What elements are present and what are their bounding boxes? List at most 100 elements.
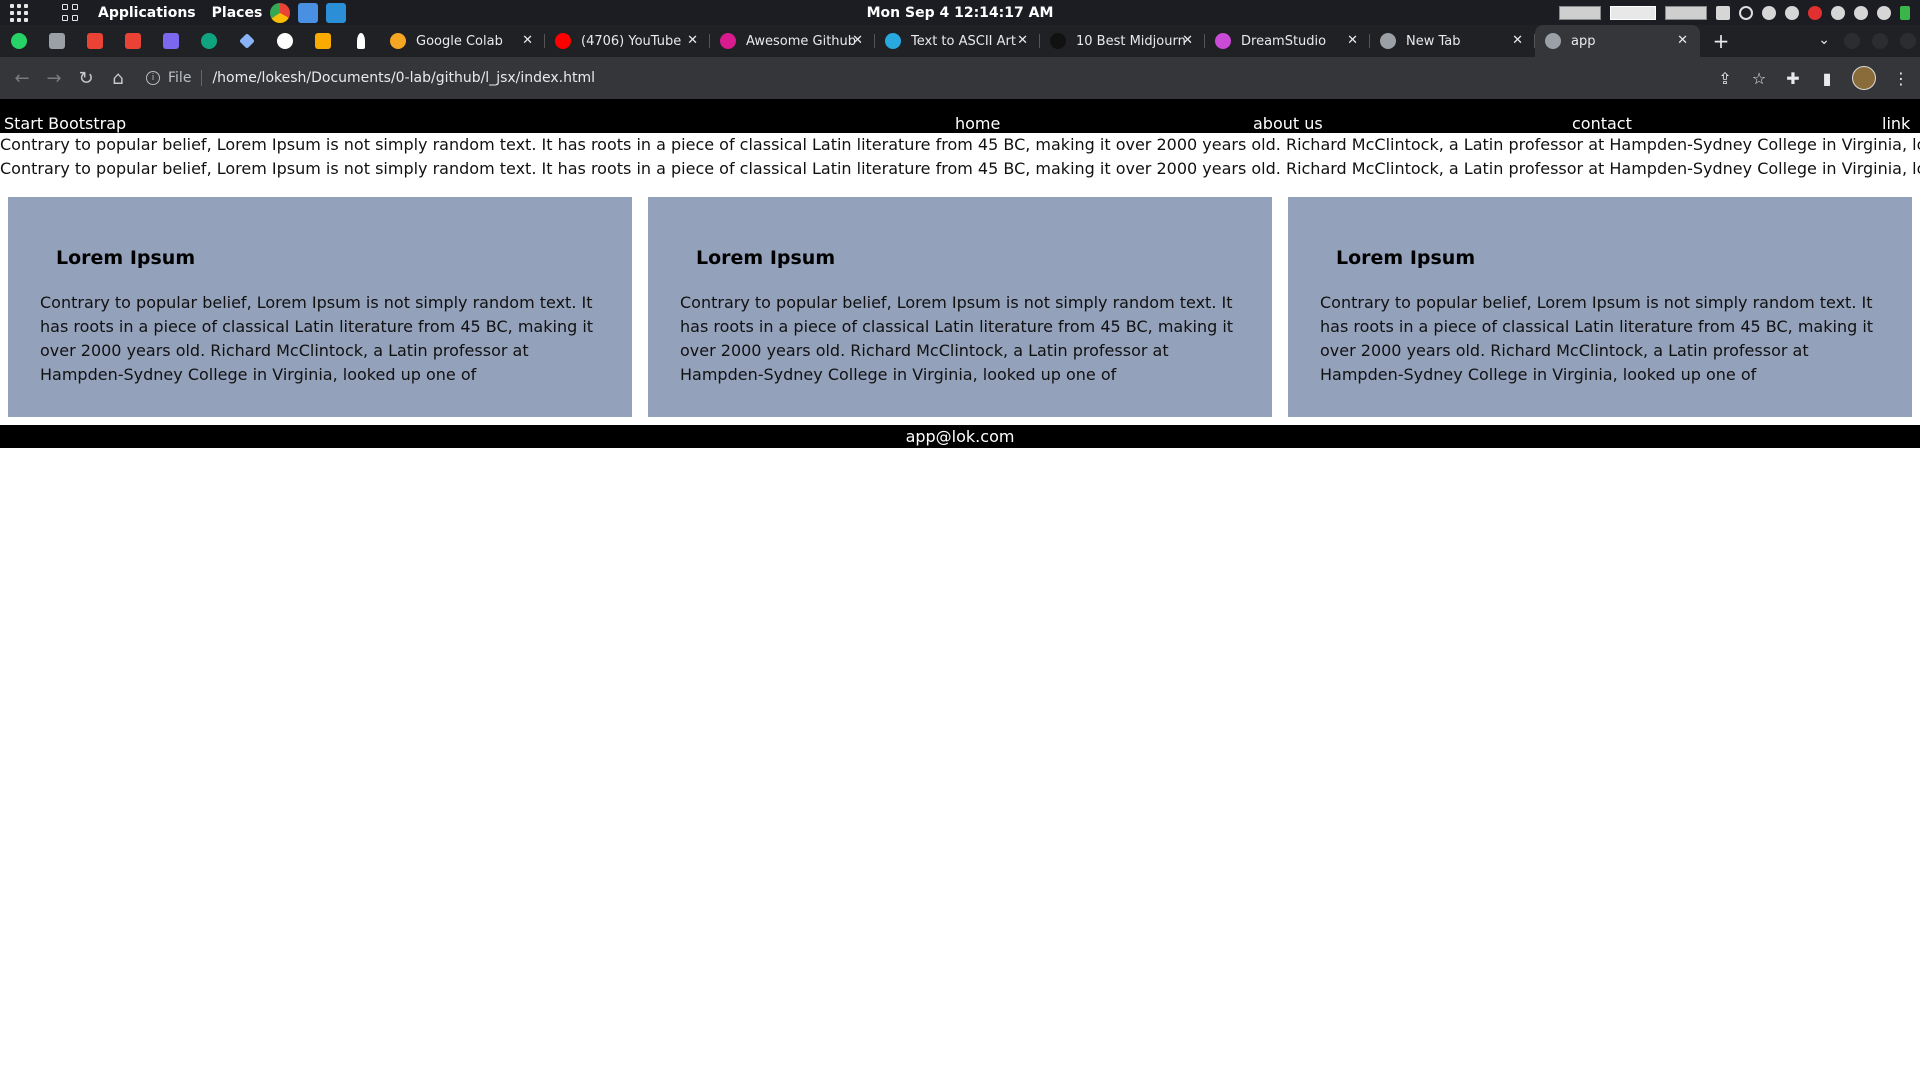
close-icon[interactable]: ✕	[1017, 33, 1028, 48]
tab-title: Text to ASCII Art	[911, 33, 1016, 49]
share-icon[interactable]: ⇪	[1716, 69, 1734, 88]
wifi-icon[interactable]	[1854, 5, 1868, 20]
menu-icon[interactable]: ⋮	[1892, 69, 1910, 88]
card-row: Lorem Ipsum Contrary to popular belief, …	[8, 197, 1912, 417]
files-launcher-icon[interactable]	[298, 2, 319, 23]
pinned-tab-5[interactable]	[152, 25, 190, 57]
tab-ascii-art[interactable]: Text to ASCII Art ✕	[875, 25, 1040, 57]
minimize-window-button[interactable]	[1844, 33, 1860, 49]
close-window-button[interactable]	[1900, 33, 1916, 49]
youtube-icon	[555, 33, 571, 49]
places-menu[interactable]: Places	[212, 5, 263, 21]
pinned-tab-9[interactable]	[304, 25, 342, 57]
reload-icon[interactable]: ↻	[70, 68, 102, 89]
tab-dreamstudio[interactable]: DreamStudio ✕	[1205, 25, 1370, 57]
pinned-tab-2[interactable]	[38, 25, 76, 57]
card: Lorem Ipsum Contrary to popular belief, …	[8, 197, 632, 417]
maximize-icon[interactable]	[1785, 5, 1799, 20]
side-panel-icon[interactable]: ▮	[1818, 69, 1836, 88]
chatgpt-icon	[201, 33, 217, 49]
applications-menu[interactable]: Applications	[98, 5, 196, 21]
close-icon[interactable]: ✕	[852, 33, 863, 48]
card-title: Lorem Ipsum	[696, 247, 836, 269]
nav-link-about[interactable]: about us	[1253, 114, 1323, 133]
close-icon[interactable]: ✕	[1182, 33, 1193, 48]
back-icon[interactable]: ←	[6, 68, 38, 89]
url-text[interactable]: /home/lokesh/Documents/0-lab/github/l_js…	[212, 70, 595, 86]
tab-youtube[interactable]: (4706) YouTube ✕	[545, 25, 710, 57]
chevron-down-icon[interactable]: ⌄	[1818, 32, 1830, 48]
workspaces-icon[interactable]	[62, 3, 80, 22]
tab-awesome-github[interactable]: Awesome Github ✕	[710, 25, 875, 57]
workspace-1[interactable]	[1559, 5, 1601, 20]
tab-new-tab[interactable]: New Tab ✕	[1370, 25, 1535, 57]
tab-title: Google Colab	[416, 33, 503, 49]
layout-icon[interactable]	[1716, 5, 1730, 20]
pinned-tab-github[interactable]	[266, 25, 304, 57]
nav-link-home[interactable]: home	[955, 114, 1000, 133]
profile-avatar[interactable]	[1852, 66, 1876, 90]
react-icon	[885, 33, 901, 49]
url-scheme: File	[168, 70, 192, 86]
footer-email[interactable]: app@lok.com	[906, 427, 1015, 446]
battery-icon[interactable]	[1900, 5, 1910, 20]
pinned-tab-gmail-1[interactable]	[76, 25, 114, 57]
page-icon	[49, 33, 65, 49]
colab-icon	[390, 33, 406, 49]
chrome-launcher-icon[interactable]	[270, 2, 291, 23]
minimize-icon[interactable]	[1762, 5, 1776, 20]
close-icon[interactable]: ✕	[687, 33, 698, 48]
close-icon[interactable]: ✕	[522, 33, 533, 48]
pinned-tab-bard[interactable]	[228, 25, 266, 57]
workspace-2[interactable]	[1610, 5, 1656, 20]
divider	[201, 70, 203, 86]
address-bar[interactable]: i File /home/lokesh/Documents/0-lab/gith…	[146, 70, 595, 86]
card-body: Contrary to popular belief, Lorem Ipsum …	[1320, 293, 1874, 384]
footer: app@lok.com	[0, 425, 1920, 448]
nav-link-link[interactable]: link	[1882, 114, 1910, 133]
close-icon[interactable]: ✕	[1347, 33, 1358, 48]
browser-tab-strip: Google Colab ✕ (4706) YouTube ✕ Awesome …	[0, 25, 1920, 57]
maximize-window-button[interactable]	[1872, 33, 1888, 49]
gmail-icon	[125, 33, 141, 49]
nav-link-contact[interactable]: contact	[1572, 114, 1632, 133]
volume-icon[interactable]	[1877, 5, 1891, 20]
new-tab-button[interactable]: +	[1706, 29, 1736, 53]
close-icon[interactable]: ✕	[1512, 33, 1523, 48]
card-body: Contrary to popular belief, Lorem Ipsum …	[40, 293, 594, 384]
pinned-tab-gmail-2[interactable]	[114, 25, 152, 57]
pinned-tab-whatsapp[interactable]	[0, 25, 38, 57]
extensions-icon[interactable]: ✚	[1784, 69, 1802, 88]
github-icon	[277, 33, 293, 49]
home-icon[interactable]: ⌂	[102, 68, 134, 89]
tab-midjourney[interactable]: 10 Best Midjourn ✕	[1040, 25, 1205, 57]
search-icon[interactable]	[1739, 5, 1753, 20]
tab-title: New Tab	[1406, 33, 1461, 49]
app-icon	[315, 33, 331, 49]
tab-title: 10 Best Midjourn	[1076, 33, 1186, 49]
bookmark-icon	[720, 33, 736, 49]
intro-paragraph-2: Contrary to popular belief, Lorem Ipsum …	[0, 159, 1920, 178]
info-icon[interactable]: i	[146, 71, 160, 85]
app-icon	[163, 33, 179, 49]
pinned-tab-chatgpt[interactable]	[190, 25, 228, 57]
tab-google-colab[interactable]: Google Colab ✕	[380, 25, 545, 57]
tab-app[interactable]: app ✕	[1535, 25, 1700, 57]
app-grid-icon[interactable]	[10, 3, 28, 22]
chat-icon[interactable]	[1831, 5, 1845, 20]
vscode-launcher-icon[interactable]	[326, 2, 347, 23]
tab-title: Awesome Github	[746, 33, 856, 49]
sparkle-icon	[239, 33, 255, 49]
navbar-brand[interactable]: Start Bootstrap	[4, 114, 126, 133]
card: Lorem Ipsum Contrary to popular belief, …	[1288, 197, 1912, 417]
system-top-panel: Applications Places Mon Sep 4 12:14:17 A…	[0, 0, 1920, 25]
pinned-tab-10[interactable]	[342, 25, 380, 57]
workspace-3[interactable]	[1665, 5, 1707, 20]
close-icon[interactable]: ✕	[1677, 33, 1688, 48]
forward-icon[interactable]: →	[38, 68, 70, 89]
browser-toolbar: ← → ↻ ⌂ i File /home/lokesh/Documents/0-…	[0, 57, 1920, 99]
close-window-icon[interactable]	[1808, 5, 1822, 20]
star-icon[interactable]: ☆	[1750, 69, 1768, 88]
card-body: Contrary to popular belief, Lorem Ipsum …	[680, 293, 1234, 384]
site-icon	[1050, 33, 1066, 49]
